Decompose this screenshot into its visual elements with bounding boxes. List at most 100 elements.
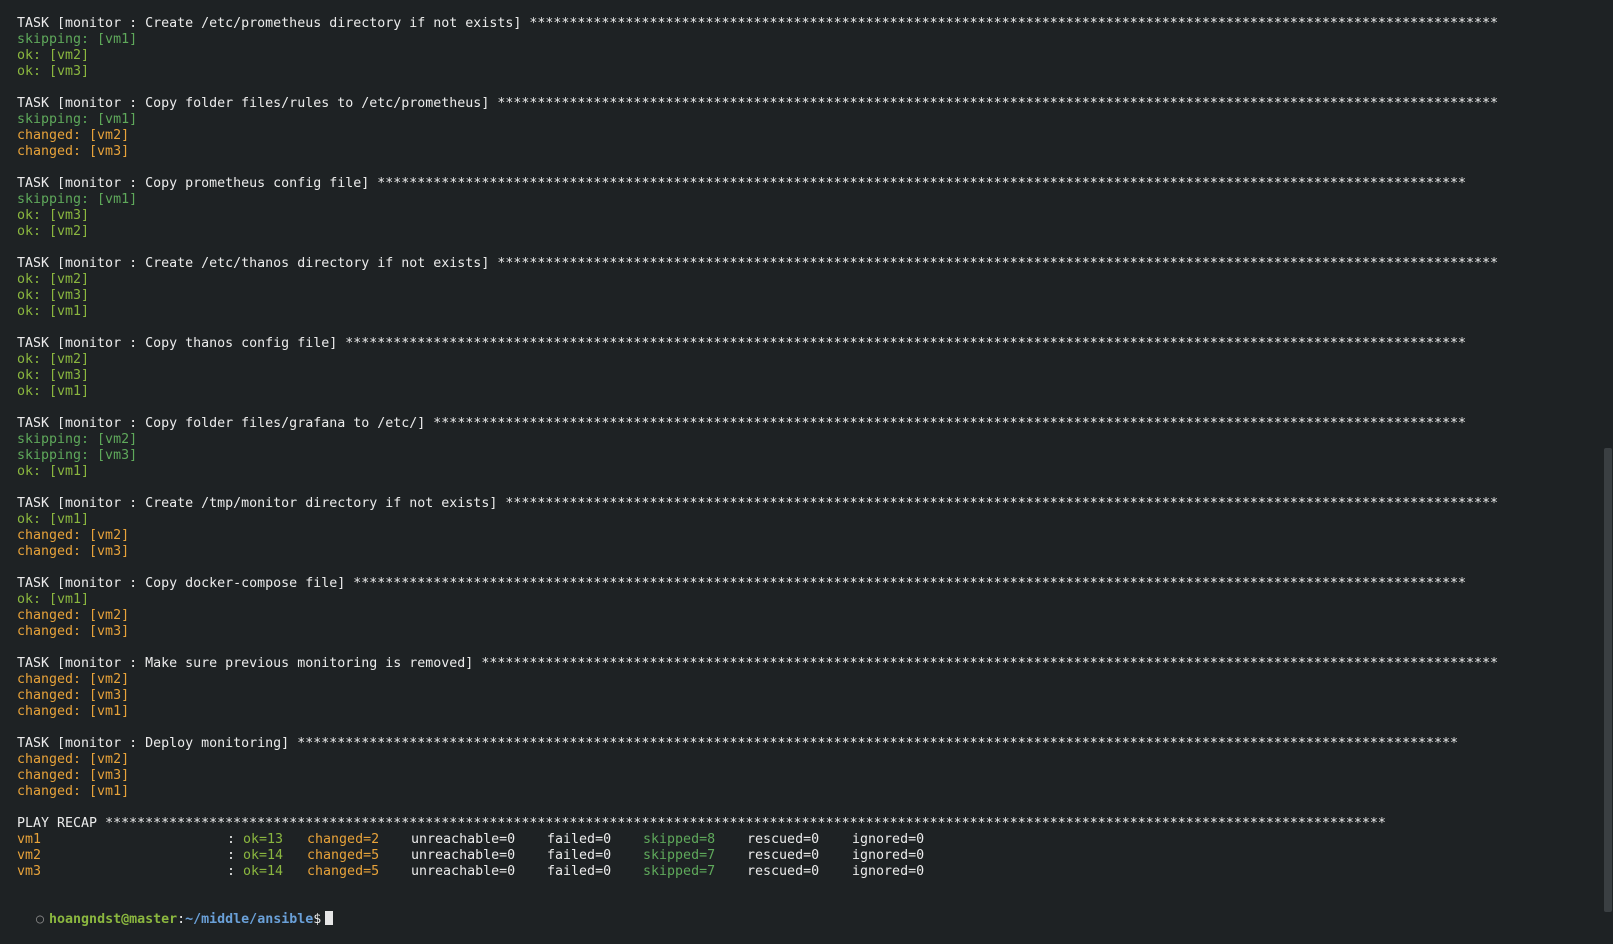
task-result-ok: ok: [vm1] [17, 384, 90, 399]
task-result-changed: changed: [vm2] [17, 752, 130, 767]
task-title: TASK [monitor : Create /tmp/monitor dire… [17, 496, 498, 511]
task-header: TASK [monitor : Copy folder files/grafan… [17, 416, 1597, 432]
task-result-skipping: skipping: [vm1] [17, 192, 138, 207]
prompt-dollar: $ [313, 912, 322, 927]
scrollbar-track[interactable] [1603, 0, 1613, 918]
task-result-skipping: skipping: [vm3] [17, 448, 138, 463]
task-result-ok: ok: [vm3] [17, 208, 90, 223]
task-result-skipping: skipping: [vm1] [17, 112, 138, 127]
recap-ignored: ignored=0 [852, 832, 925, 847]
recap-skipped: skipped=7 [643, 848, 716, 863]
recap-row: vm2: ok=14 changed=5 unreachable=0 failed=0… [17, 848, 1597, 864]
recap-changed: changed=5 [307, 864, 380, 879]
task-result-changed: changed: [vm3] [17, 624, 130, 639]
task-title: TASK [monitor : Copy prometheus config f… [17, 176, 370, 191]
recap-separator: : [227, 832, 236, 847]
scrollbar-thumb[interactable] [1604, 448, 1612, 912]
recap-host: vm3 [17, 864, 42, 879]
recap-failed: failed=0 [547, 832, 612, 847]
task-title: TASK [monitor : Make sure previous monit… [17, 656, 474, 671]
recap-skipped: skipped=7 [643, 864, 716, 879]
task-result-ok: ok: [vm1] [17, 464, 90, 479]
task-result-changed: changed: [vm3] [17, 144, 130, 159]
task-result-ok: ok: [vm3] [17, 288, 90, 303]
task-header: TASK [monitor : Copy prometheus config f… [17, 176, 1597, 192]
task-title: TASK [monitor : Copy folder files/rules … [17, 96, 490, 111]
task-result-changed: changed: [vm3] [17, 688, 130, 703]
task-result-changed: changed: [vm1] [17, 704, 130, 719]
task-stars: ****************************************… [481, 656, 1499, 671]
task-stars: ****************************************… [497, 256, 1499, 271]
recap-host: vm2 [17, 848, 42, 863]
recap-ok: ok=13 [243, 832, 284, 847]
task-header: TASK [monitor : Create /etc/thanos direc… [17, 256, 1597, 272]
play-recap-stars: ****************************************… [105, 816, 1386, 831]
task-stars: ****************************************… [433, 416, 1466, 431]
prompt-marker-icon: ○ [36, 912, 45, 927]
recap-host: vm1 [17, 832, 42, 847]
recap-changed: changed=2 [307, 832, 380, 847]
recap-row: vm1: ok=13 changed=2 unreachable=0 failed=0… [17, 832, 1597, 848]
recap-ok: ok=14 [243, 864, 284, 879]
recap-rescued: rescued=0 [747, 848, 820, 863]
play-recap-header: PLAY RECAP *****************************… [17, 816, 1597, 832]
task-header: TASK [monitor : Make sure previous monit… [17, 656, 1597, 672]
prompt-path: ~/middle/ansible [185, 912, 314, 927]
task-result-changed: changed: [vm1] [17, 784, 130, 799]
terminal-window[interactable]: TASK [monitor : Create /etc/prometheus d… [0, 0, 1613, 927]
task-result-ok: ok: [vm2] [17, 224, 90, 239]
task-result-ok: ok: [vm1] [17, 592, 90, 607]
recap-changed: changed=5 [307, 848, 380, 863]
recap-separator: : [227, 864, 236, 879]
task-title: TASK [monitor : Copy thanos config file] [17, 336, 338, 351]
recap-row: vm3: ok=14 changed=5 unreachable=0 failed=0… [17, 864, 1597, 880]
task-stars: ****************************************… [529, 16, 1499, 31]
recap-unreachable: unreachable=0 [411, 832, 516, 847]
task-header: TASK [monitor : Copy docker-compose file… [17, 576, 1597, 592]
task-result-ok: ok: [vm1] [17, 512, 90, 527]
recap-unreachable: unreachable=0 [411, 848, 516, 863]
task-stars: ****************************************… [345, 336, 1466, 351]
task-title: TASK [monitor : Create /etc/thanos direc… [17, 256, 490, 271]
task-result-changed: changed: [vm3] [17, 768, 130, 783]
task-result-ok: ok: [vm2] [17, 48, 90, 63]
task-result-skipping: skipping: [vm2] [17, 432, 138, 447]
recap-ok: ok=14 [243, 848, 284, 863]
recap-skipped: skipped=8 [643, 832, 716, 847]
recap-failed: failed=0 [547, 848, 612, 863]
task-result-ok: ok: [vm3] [17, 368, 90, 383]
recap-rescued: rescued=0 [747, 832, 820, 847]
recap-ignored: ignored=0 [852, 864, 925, 879]
task-result-changed: changed: [vm2] [17, 128, 130, 143]
task-title: TASK [monitor : Copy docker-compose file… [17, 576, 346, 591]
task-header: TASK [monitor : Create /etc/prometheus d… [17, 16, 1597, 32]
recap-ignored: ignored=0 [852, 848, 925, 863]
play-recap-title: PLAY RECAP [17, 816, 98, 831]
recap-failed: failed=0 [547, 864, 612, 879]
recap-unreachable: unreachable=0 [411, 864, 516, 879]
task-result-changed: changed: [vm2] [17, 672, 130, 687]
task-stars: ****************************************… [497, 96, 1499, 111]
task-result-changed: changed: [vm3] [17, 544, 130, 559]
task-stars: ****************************************… [297, 736, 1458, 751]
task-title: TASK [monitor : Create /etc/prometheus d… [17, 16, 522, 31]
task-result-ok: ok: [vm2] [17, 272, 90, 287]
recap-separator: : [227, 848, 236, 863]
terminal-output: TASK [monitor : Create /etc/prometheus d… [17, 16, 1597, 880]
recap-rescued: rescued=0 [747, 864, 820, 879]
task-result-skipping: skipping: [vm1] [17, 32, 138, 47]
prompt-user-host: hoangndst@master [49, 912, 178, 927]
task-title: TASK [monitor : Copy folder files/grafan… [17, 416, 426, 431]
task-stars: ****************************************… [353, 576, 1467, 591]
task-header: TASK [monitor : Create /tmp/monitor dire… [17, 496, 1597, 512]
text-cursor[interactable] [325, 911, 334, 925]
shell-prompt[interactable]: ○ hoangndst@master:~/middle/ansible$ [4, 895, 334, 927]
task-stars: ****************************************… [505, 496, 1499, 511]
